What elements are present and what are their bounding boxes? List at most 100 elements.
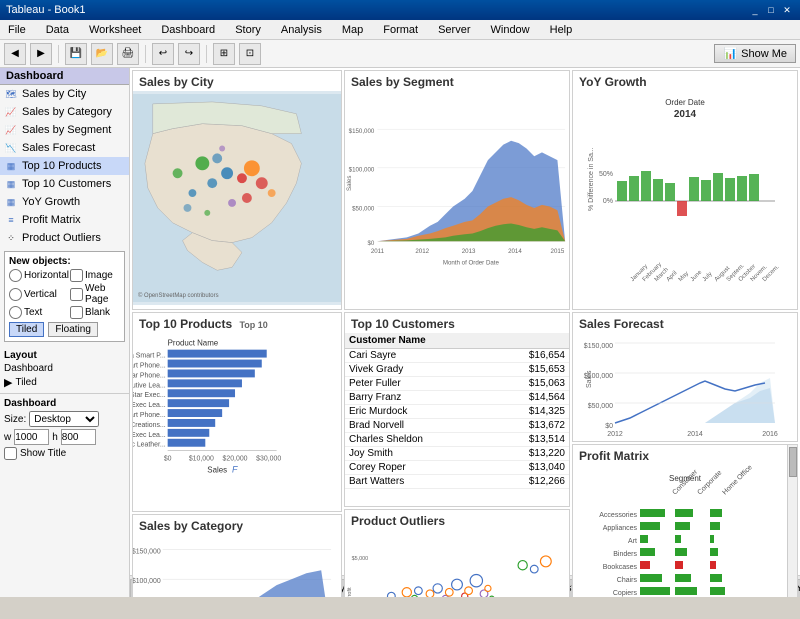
obj-text[interactable]: Text	[9, 306, 69, 319]
sidebar-item-top10-products[interactable]: ▦ Top 10 Products	[0, 157, 129, 175]
svg-text:Bookcases: Bookcases	[603, 564, 638, 571]
width-input[interactable]	[14, 429, 49, 445]
dashboard-grid: Sales by City	[130, 68, 800, 575]
floating-button[interactable]: Floating	[48, 322, 98, 337]
forward-btn[interactable]: ▶	[30, 43, 52, 65]
vertical-radio[interactable]	[9, 288, 22, 301]
col-sales-amount	[492, 333, 569, 349]
show-me-button[interactable]: 📊 Show Me	[714, 44, 796, 63]
size-dropdown[interactable]: Desktop Laptop Tablet	[29, 411, 99, 427]
menu-window[interactable]: Window	[487, 23, 534, 37]
show-me-label: Show Me	[741, 48, 787, 60]
sidebar-item-profit-matrix[interactable]: ≡ Profit Matrix	[0, 211, 129, 229]
main-layout: Dashboard 🗺 Sales by City 📈 Sales by Cat…	[0, 68, 800, 597]
svg-text:$50,000: $50,000	[588, 403, 613, 410]
svg-text:$100,000: $100,000	[349, 167, 375, 174]
obj-horizontal[interactable]: Horizontal	[9, 269, 69, 282]
svg-text:Sales: Sales	[586, 370, 593, 388]
sidebar-item-sales-forecast[interactable]: 📉 Sales Forecast	[0, 139, 129, 157]
undo-btn[interactable]: ↩	[152, 43, 174, 65]
sidebar-item-sales-segment[interactable]: 📈 Sales by Segment	[0, 121, 129, 139]
show-title-row: Show Title	[4, 447, 125, 460]
top10-products-title: Top 10 Products Top 10	[133, 313, 341, 333]
sales-forecast-panel: Sales Forecast $150,000 $100,000 $50,000…	[572, 312, 798, 442]
sidebar-item-sales-city[interactable]: 🗺 Sales by City	[0, 85, 129, 103]
show-title-checkbox[interactable]	[4, 447, 17, 460]
obj-image[interactable]: Image	[70, 269, 120, 282]
top10-products-panel: Top 10 Products Top 10 Product Name Moto…	[132, 312, 342, 512]
dashboard-section-label: Dashboard	[4, 398, 56, 409]
sidebar-item-product-outliers[interactable]: ⁘ Product Outliers	[0, 229, 129, 247]
svg-text:$10,000: $10,000	[189, 456, 214, 463]
dashboard-label: Dashboard	[4, 363, 53, 374]
menu-worksheet[interactable]: Worksheet	[85, 23, 145, 37]
size-row: Size: Desktop Laptop Tablet	[4, 411, 125, 427]
svg-text:SAFCO Exec Lea...: SAFCO Exec Lea...	[133, 402, 166, 409]
expand-icon[interactable]: ▶	[4, 376, 12, 389]
obj-webpage[interactable]: Web Page	[70, 283, 120, 305]
menu-story[interactable]: Story	[231, 23, 265, 37]
maximize-btn[interactable]: □	[764, 3, 778, 17]
svg-text:2014: 2014	[674, 109, 697, 120]
obj-vertical[interactable]: Vertical	[9, 283, 69, 305]
print-btn[interactable]: 🖨	[117, 43, 139, 65]
sidebar-item-top10-customers[interactable]: ▦ Top 10 Customers	[0, 175, 129, 193]
back-btn[interactable]: ◀	[4, 43, 26, 65]
fit-btn[interactable]: ⊡	[239, 43, 261, 65]
hbar-chart-icon: ≡	[4, 213, 18, 227]
area-chart-icon-2: 📈	[4, 123, 18, 137]
objects-grid: Horizontal Image Vertical Web Page Text	[9, 269, 120, 319]
webpage-checkbox[interactable]	[70, 288, 83, 301]
text-radio[interactable]	[9, 306, 22, 319]
bottom-right-section: Sales Forecast $150,000 $100,000 $50,000…	[572, 312, 798, 597]
blank-checkbox[interactable]	[70, 306, 83, 319]
vertical-label: Vertical	[24, 289, 57, 300]
close-btn[interactable]: ✕	[780, 3, 794, 17]
menu-format[interactable]: Format	[379, 23, 422, 37]
menu-server[interactable]: Server	[434, 23, 474, 37]
redo-btn[interactable]: ↪	[178, 43, 200, 65]
svg-text:July: July	[702, 271, 714, 283]
product-outliers-panel: Product Outliers $5,000 $0 Profit	[344, 509, 570, 597]
product-outliers-title: Product Outliers	[345, 510, 569, 530]
sidebar-item-yoy-growth[interactable]: ▦ YoY Growth	[0, 193, 129, 211]
save-btn[interactable]: 💾	[65, 43, 87, 65]
tiled-button[interactable]: Tiled	[9, 322, 44, 337]
customer-name-cell: Bart Watters	[345, 475, 492, 489]
window-controls[interactable]: _ □ ✕	[748, 3, 794, 17]
svg-text:2012: 2012	[415, 248, 429, 255]
svg-text:$150,000: $150,000	[349, 128, 375, 135]
profit-matrix-svg: Segment Consumer Corporate Home Office A…	[573, 465, 797, 597]
svg-text:Harbour Creations...: Harbour Creations...	[133, 422, 166, 429]
svg-text:Novimex Exec Lea...: Novimex Exec Lea...	[133, 432, 166, 439]
open-btn[interactable]: 📂	[91, 43, 113, 65]
content-area: Sales by City	[130, 68, 800, 597]
top10-products-subtitle: Top 10	[239, 320, 267, 330]
svg-text:Profit: Profit	[347, 587, 353, 597]
new-objects-title: New objects:	[9, 256, 120, 267]
menu-analysis[interactable]: Analysis	[277, 23, 326, 37]
menu-help[interactable]: Help	[546, 23, 577, 37]
view-btn[interactable]: ⊞	[213, 43, 235, 65]
svg-text:$50,000: $50,000	[352, 205, 375, 212]
height-input[interactable]	[61, 429, 96, 445]
scrollbar-thumb[interactable]	[789, 447, 797, 477]
menu-data[interactable]: Data	[42, 23, 73, 37]
image-label: Image	[85, 270, 113, 281]
area-chart-icon-1: 📈	[4, 105, 18, 119]
sidebar-item-sales-category[interactable]: 📈 Sales by Category	[0, 103, 129, 121]
menu-map[interactable]: Map	[338, 23, 367, 37]
svg-text:2011: 2011	[371, 248, 385, 255]
horizontal-radio[interactable]	[9, 269, 22, 282]
sidebar-label-product-outliers: Product Outliers	[22, 232, 101, 244]
menu-file[interactable]: File	[4, 23, 30, 37]
image-checkbox[interactable]	[70, 269, 83, 282]
minimize-btn[interactable]: _	[748, 3, 762, 17]
obj-blank[interactable]: Blank	[70, 306, 120, 319]
objects-panel: New objects: Horizontal Image Vertical W…	[4, 251, 125, 342]
profit-matrix-scrollbar[interactable]	[787, 445, 797, 597]
svg-text:2014: 2014	[508, 248, 522, 255]
menu-dashboard[interactable]: Dashboard	[157, 23, 219, 37]
svg-text:Chairs: Chairs	[617, 577, 638, 584]
svg-text:Art: Art	[628, 538, 637, 545]
